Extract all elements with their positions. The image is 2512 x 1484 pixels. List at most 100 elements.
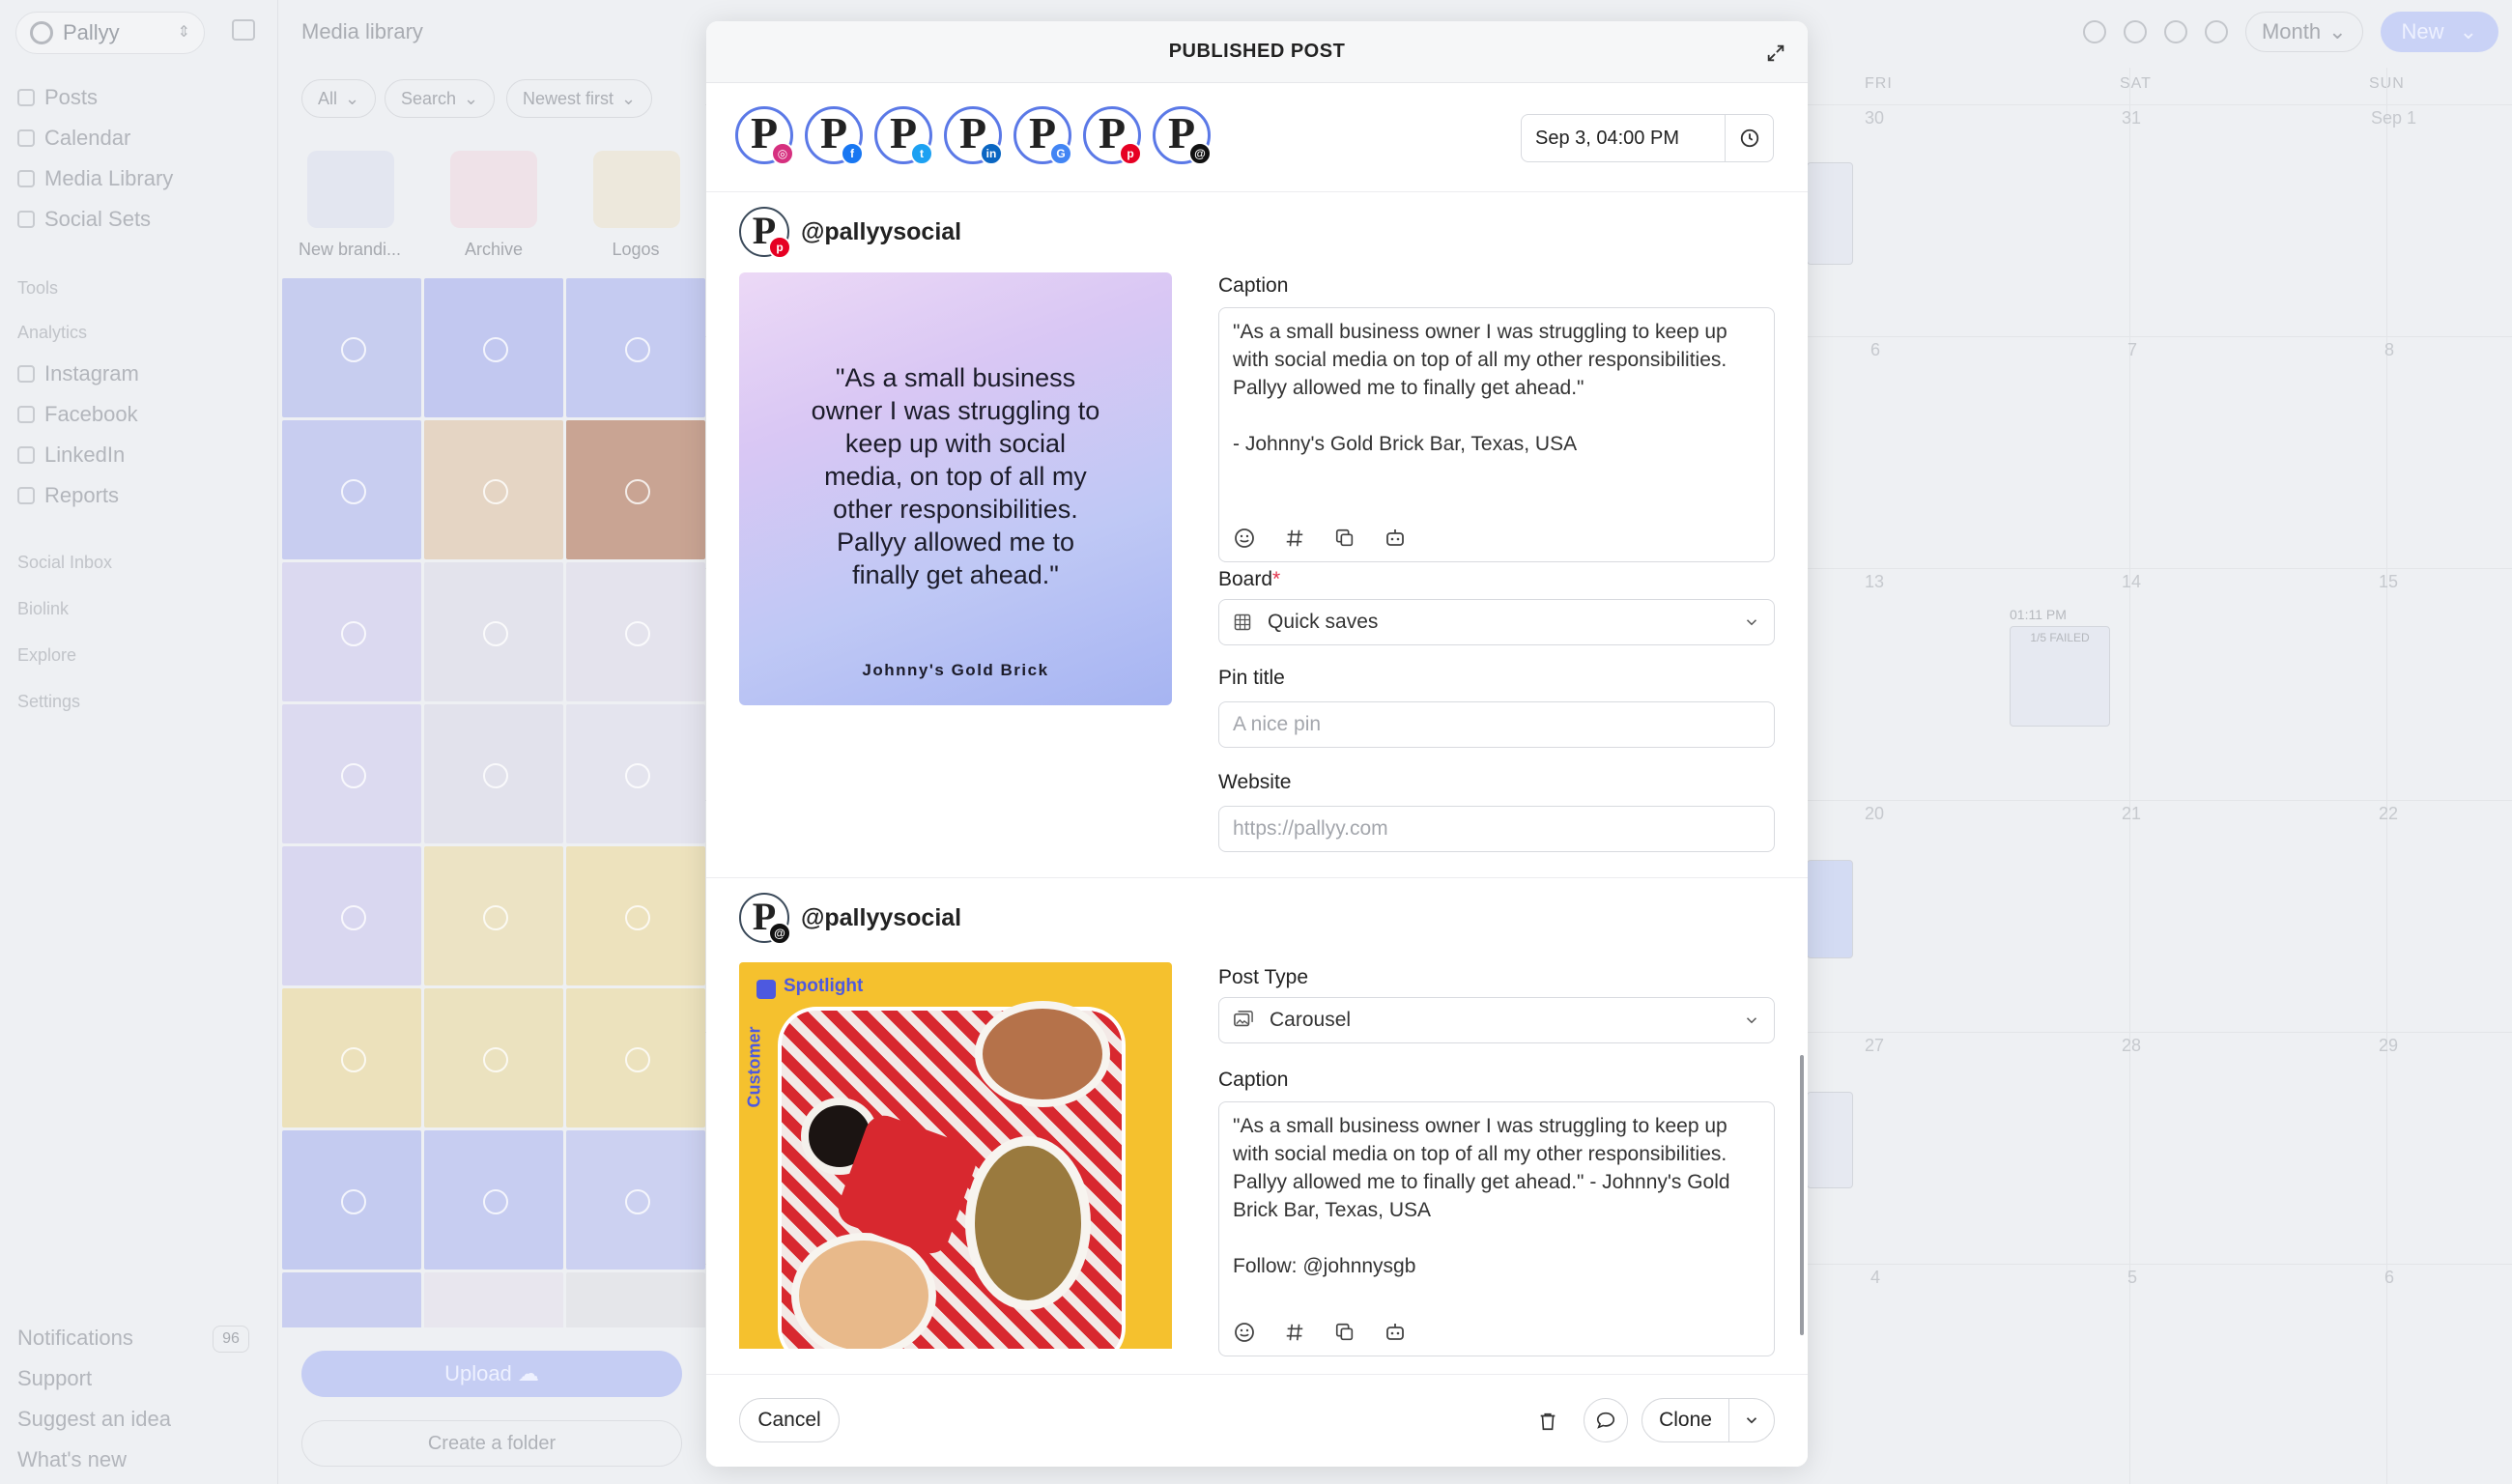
- media-thumbnail[interactable]: [566, 704, 705, 843]
- website-label: Website: [1218, 771, 1292, 793]
- website-input[interactable]: [1218, 806, 1775, 852]
- board-select[interactable]: Quick saves: [1218, 599, 1775, 645]
- media-thumbnail[interactable]: [282, 1272, 421, 1327]
- media-thumbnail[interactable]: [424, 562, 563, 701]
- sidebar-item-instagram[interactable]: Instagram: [17, 361, 139, 386]
- bell-icon[interactable]: [2163, 20, 2187, 43]
- calendar-toolbar: Month ⌄ New ⌄: [2082, 12, 2512, 52]
- sidebar: Pallyy ⇕ Posts Calendar Media Library So…: [0, 0, 278, 1484]
- media-thumbnail[interactable]: [424, 1130, 563, 1270]
- threads-post-image[interactable]: Spotlight Customer: [739, 962, 1172, 1349]
- media-thumbnail[interactable]: [424, 988, 563, 1127]
- sidebar-item-linkedin[interactable]: LinkedIn: [17, 442, 125, 468]
- media-thumbnail[interactable]: [282, 420, 421, 559]
- sidebar-collapse-icon[interactable]: [232, 19, 255, 41]
- calendar-post-card[interactable]: [1807, 1092, 1853, 1188]
- account-avatar-linkedin[interactable]: Pin: [944, 106, 1003, 165]
- expand-icon[interactable]: [1765, 43, 1786, 64]
- view-selector[interactable]: Month ⌄: [2244, 12, 2363, 52]
- hashtag-icon[interactable]: [1281, 525, 1308, 552]
- upload-button[interactable]: Upload ☁: [301, 1351, 682, 1397]
- filter-icon[interactable]: [2082, 20, 2106, 43]
- day-number: 13: [1865, 572, 1885, 591]
- clone-button[interactable]: Clone: [1642, 1399, 1729, 1441]
- sidebar-item-settings[interactable]: Settings: [17, 692, 80, 712]
- media-thumbnail[interactable]: [566, 1272, 705, 1327]
- comment-button[interactable]: [1584, 1398, 1628, 1442]
- media-thumbnail[interactable]: [566, 988, 705, 1127]
- share-icon[interactable]: [2123, 20, 2147, 43]
- filter-search[interactable]: Search ⌄: [385, 79, 496, 118]
- pinterest-caption-field[interactable]: "As a small business owner I was struggl…: [1218, 307, 1775, 562]
- account-avatar-threads[interactable]: P @: [1153, 106, 1212, 165]
- media-thumbnail[interactable]: [424, 420, 563, 559]
- sidebar-item-biolink[interactable]: Biolink: [17, 599, 69, 619]
- media-thumbnail[interactable]: [282, 988, 421, 1127]
- filter-all[interactable]: All ⌄: [301, 79, 377, 118]
- media-thumbnail[interactable]: [424, 278, 563, 417]
- media-thumbnail[interactable]: [282, 846, 421, 985]
- account-avatar-google-business[interactable]: PG: [1013, 106, 1072, 165]
- folder-icon[interactable]: [307, 151, 394, 228]
- sidebar-item-facebook[interactable]: Facebook: [17, 402, 138, 427]
- media-thumbnail[interactable]: [566, 562, 705, 701]
- account-avatar-twitter[interactable]: Pt: [874, 106, 933, 165]
- hashtag-icon[interactable]: [1281, 1319, 1308, 1346]
- modal-scrollbar[interactable]: [1800, 1055, 1804, 1335]
- filter-sort[interactable]: Newest first ⌄: [506, 79, 653, 118]
- day-number: 22: [2379, 804, 2399, 823]
- calendar-post-card[interactable]: 1/5 FAILED: [2010, 626, 2110, 727]
- day-number: 14: [2122, 572, 2142, 591]
- media-thumbnail[interactable]: [282, 278, 421, 417]
- sidebar-item-support[interactable]: Support: [17, 1366, 92, 1391]
- clone-options-button[interactable]: [1729, 1399, 1774, 1441]
- folder-icon[interactable]: [593, 151, 680, 228]
- create-folder-button[interactable]: Create a folder: [301, 1420, 682, 1467]
- sidebar-item-label: Media Library: [44, 166, 174, 190]
- gear-icon[interactable]: [2204, 20, 2228, 43]
- emoji-icon[interactable]: [1231, 1319, 1258, 1346]
- sidebar-item-social-inbox[interactable]: Social Inbox: [17, 553, 112, 573]
- sidebar-item-calendar[interactable]: Calendar: [17, 126, 130, 151]
- sidebar-item-explore[interactable]: Explore: [17, 645, 76, 666]
- media-thumbnail[interactable]: [424, 1272, 563, 1327]
- emoji-icon[interactable]: [1231, 525, 1258, 552]
- sidebar-item-notifications[interactable]: Notifications: [17, 1326, 133, 1351]
- media-thumbnail[interactable]: [282, 704, 421, 843]
- account-avatar-facebook[interactable]: Pf: [805, 106, 864, 165]
- media-thumbnail[interactable]: [566, 1130, 705, 1270]
- sidebar-item-reports[interactable]: Reports: [17, 483, 119, 508]
- media-thumbnail[interactable]: [566, 846, 705, 985]
- ai-assistant-icon[interactable]: [1382, 1319, 1409, 1346]
- workspace-switcher[interactable]: Pallyy ⇕: [15, 12, 205, 54]
- copy-icon[interactable]: [1331, 1319, 1358, 1346]
- schedule-date-picker[interactable]: Sep 3, 04:00 PM: [1521, 114, 1774, 162]
- ai-assistant-icon[interactable]: [1382, 525, 1409, 552]
- post-type-select[interactable]: Carousel: [1218, 997, 1775, 1043]
- media-thumbnail[interactable]: [566, 278, 705, 417]
- media-thumbnail[interactable]: [282, 1130, 421, 1270]
- media-thumbnail[interactable]: [424, 846, 563, 985]
- sidebar-item-social-sets[interactable]: Social Sets: [17, 207, 151, 232]
- calendar-post-card[interactable]: [1807, 860, 1853, 958]
- account-avatar-instagram[interactable]: P ◎: [735, 106, 794, 165]
- sidebar-item-media-library[interactable]: Media Library: [17, 166, 173, 191]
- delete-button[interactable]: [1530, 1404, 1565, 1439]
- media-thumbnail[interactable]: [424, 704, 563, 843]
- reports-icon: [17, 487, 35, 504]
- sidebar-item-whats-new[interactable]: What's new: [17, 1447, 127, 1472]
- calendar-post-card[interactable]: [1807, 162, 1853, 265]
- cancel-button[interactable]: Cancel: [739, 1398, 840, 1442]
- sidebar-item-posts[interactable]: Posts: [17, 85, 98, 110]
- media-thumbnail[interactable]: [282, 562, 421, 701]
- media-thumbnail[interactable]: [566, 420, 705, 559]
- sidebar-item-suggest-idea[interactable]: Suggest an idea: [17, 1407, 171, 1432]
- threads-caption-field[interactable]: "As a small business owner I was struggl…: [1218, 1101, 1775, 1356]
- clock-button[interactable]: [1725, 115, 1773, 161]
- copy-icon[interactable]: [1331, 525, 1358, 552]
- pinterest-post-image[interactable]: "As a small business owner I was struggl…: [739, 272, 1172, 705]
- folder-icon[interactable]: [450, 151, 537, 228]
- account-avatar-pinterest[interactable]: Pp: [1083, 106, 1142, 165]
- pin-title-input[interactable]: [1218, 701, 1775, 748]
- new-post-button[interactable]: New ⌄: [2380, 12, 2498, 52]
